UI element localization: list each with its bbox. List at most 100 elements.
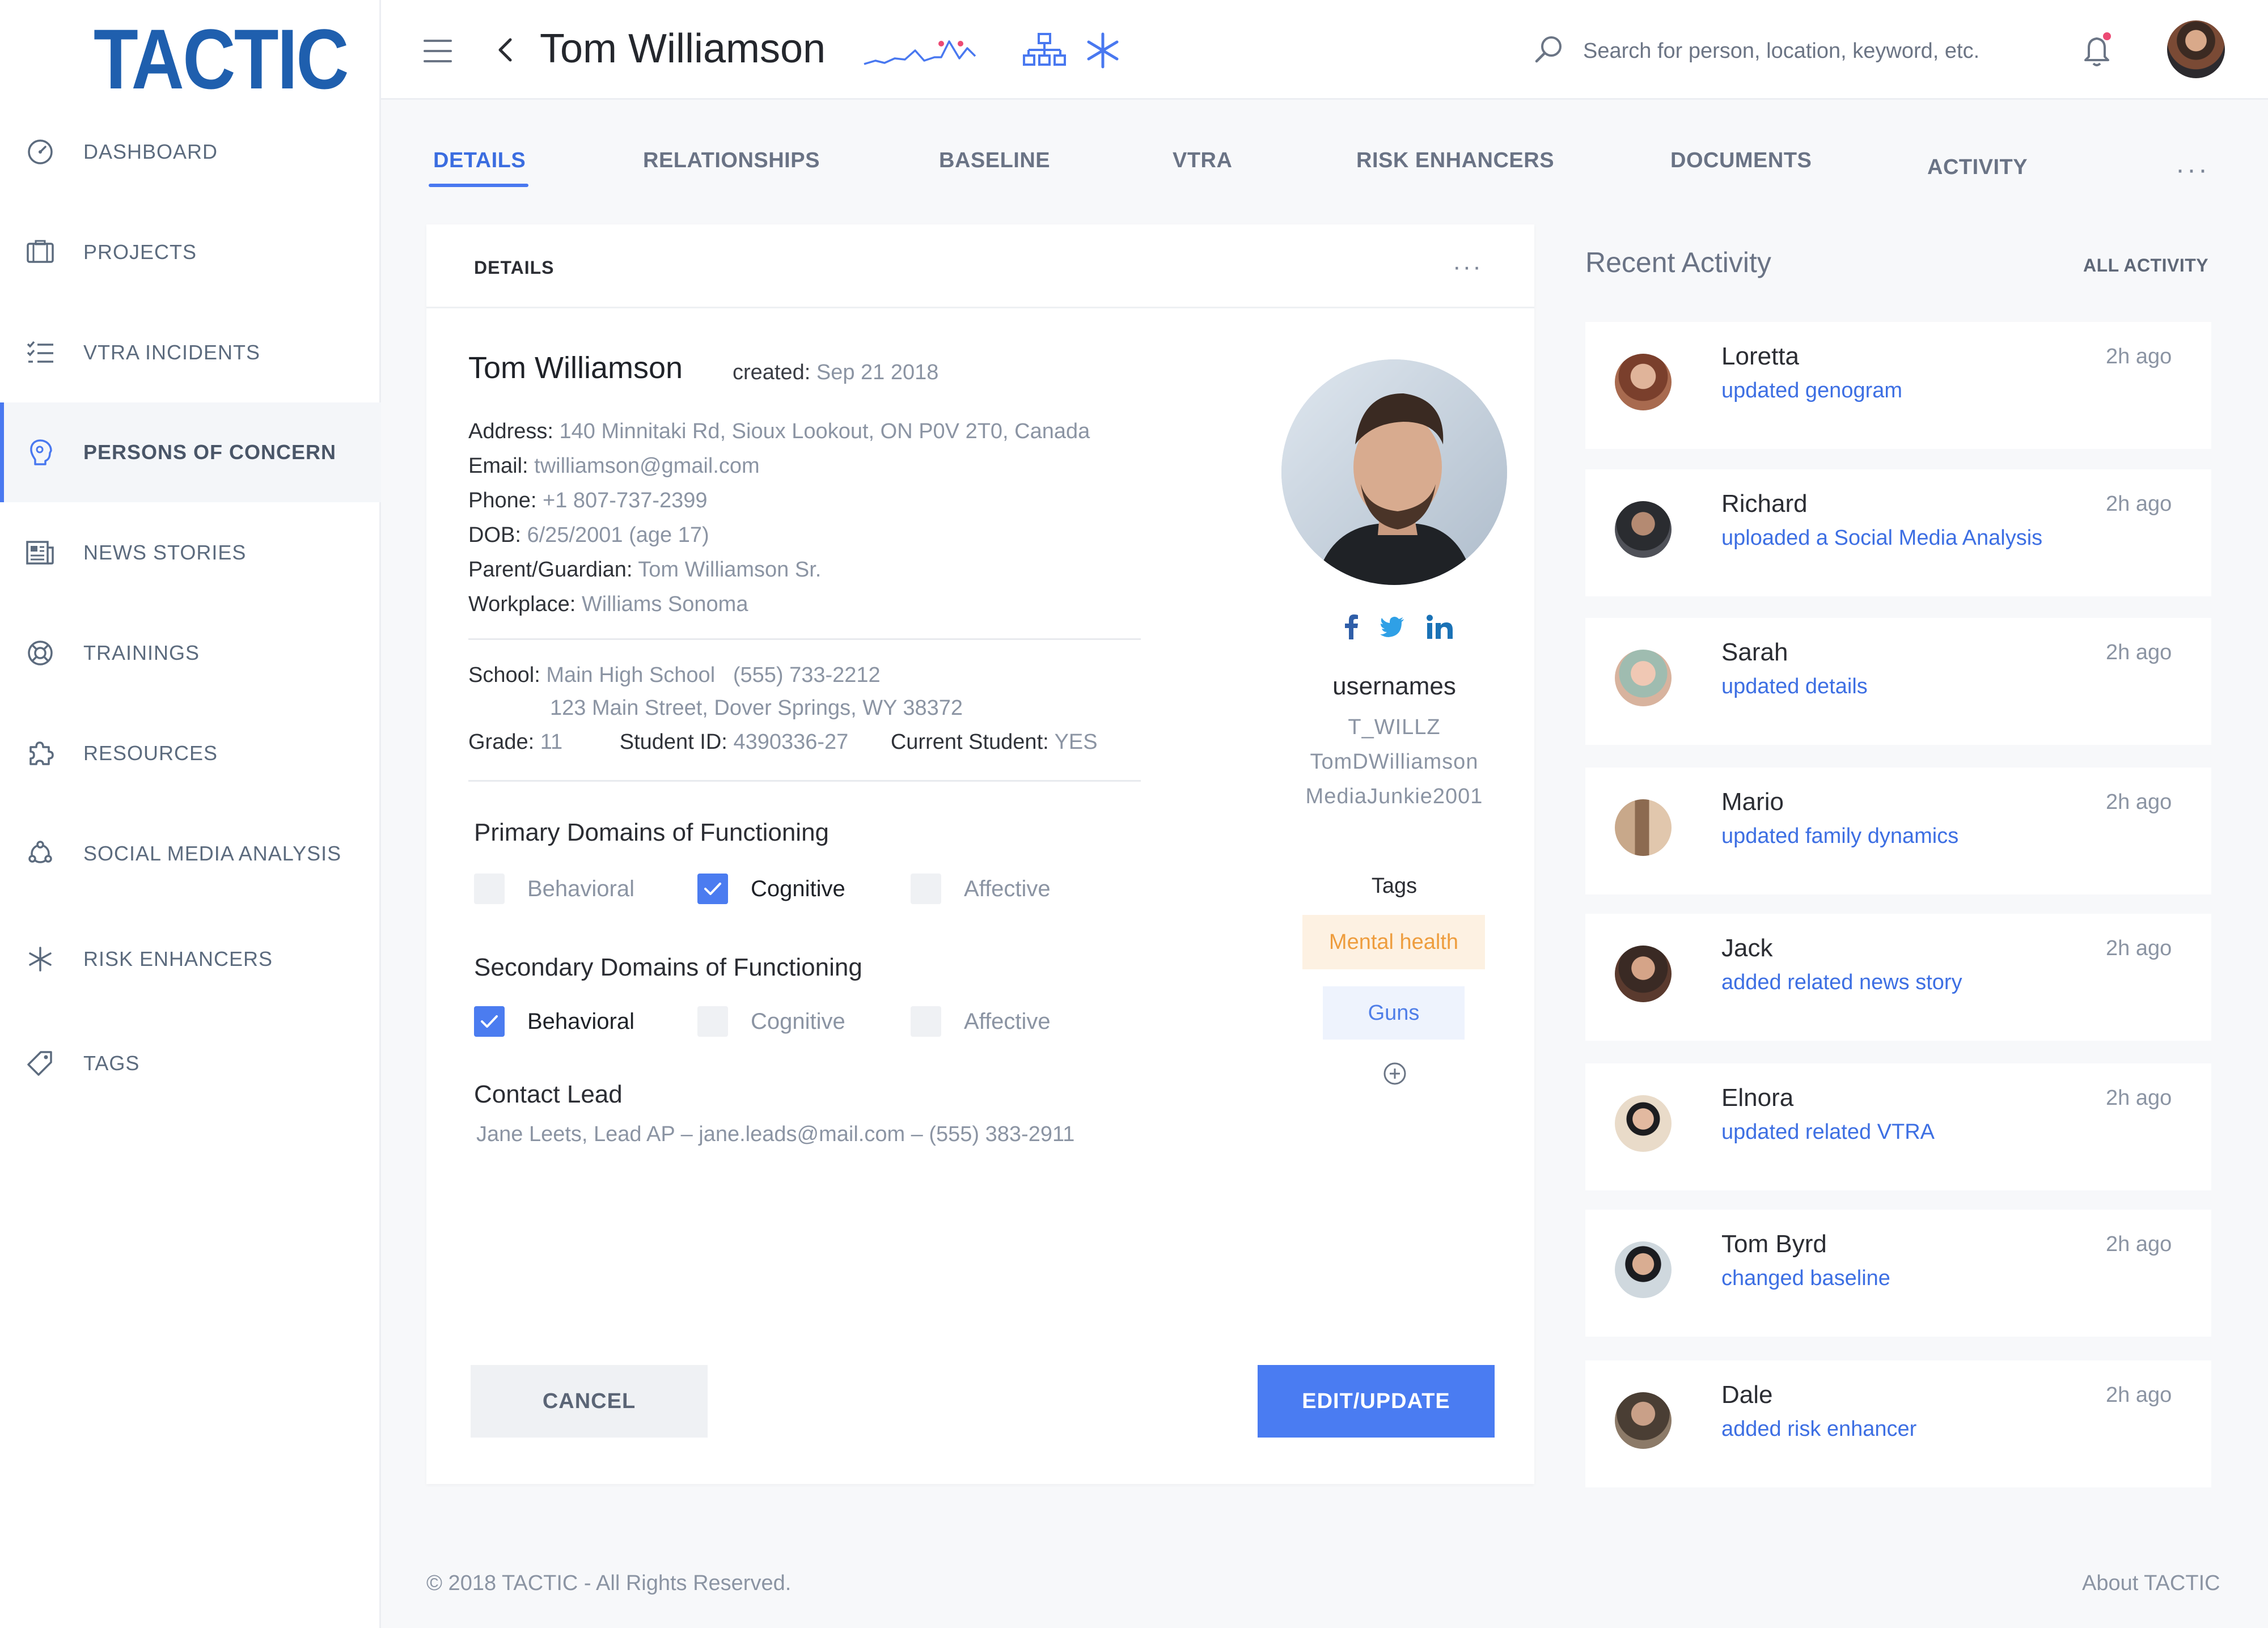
- activity-item[interactable]: Richard uploaded a Social Media Analysis…: [1585, 469, 2211, 596]
- sidebar-item-persons-of-concern[interactable]: PERSONS OF CONCERN: [0, 402, 381, 502]
- field-label: Phone:: [468, 489, 537, 512]
- activity-action-link[interactable]: updated related VTRA: [1721, 1120, 1935, 1144]
- activity-item[interactable]: Loretta updated genogram 2h ago: [1585, 322, 2211, 449]
- secondary-affective-checkbox[interactable]: Affective: [911, 1006, 1051, 1037]
- guardian-line: Parent/Guardian: Tom Williamson Sr.: [468, 558, 821, 582]
- activity-action-link[interactable]: updated genogram: [1721, 379, 1902, 403]
- field-label: Address:: [468, 419, 553, 443]
- tag-guns[interactable]: Guns: [1323, 986, 1465, 1040]
- hamburger-menu-icon[interactable]: [424, 40, 452, 62]
- primary-behavioral-checkbox[interactable]: Behavioral: [474, 873, 634, 905]
- divider: [468, 638, 1141, 640]
- user-avatar[interactable]: [2167, 20, 2225, 78]
- sidebar-item-label: PERSONS OF CONCERN: [83, 440, 337, 464]
- active-tab-indicator: [429, 184, 528, 187]
- recent-activity-title: Recent Activity: [1585, 247, 1771, 278]
- sidebar-item-projects[interactable]: PROJECTS: [0, 202, 381, 302]
- sidebar-item-dashboard[interactable]: DASHBOARD: [0, 102, 381, 202]
- secondary-cognitive-checkbox[interactable]: Cognitive: [697, 1006, 845, 1037]
- checkbox-box[interactable]: [697, 1006, 728, 1037]
- tag-mental-health[interactable]: Mental health: [1302, 915, 1485, 969]
- sidebar: TACTIC DASHBOARD PROJECTS VTRA INCIDENTS…: [0, 0, 381, 1628]
- activity-item[interactable]: Jack added related news story 2h ago: [1585, 914, 2211, 1041]
- sidebar-item-resources[interactable]: RESOURCES: [0, 703, 381, 803]
- school-address-value: 123 Main Street, Dover Springs, WY 38372: [550, 696, 963, 720]
- activity-action-link[interactable]: updated details: [1721, 675, 1868, 699]
- avatar: [1615, 1392, 1672, 1449]
- profile-photo: [1281, 359, 1507, 585]
- avatar: [1615, 650, 1672, 706]
- tab-details[interactable]: DETAILS: [433, 149, 526, 173]
- activity-action-link[interactable]: updated family dynamics: [1721, 824, 1958, 849]
- tab-vtra[interactable]: VTRA: [1173, 149, 1232, 173]
- sidebar-item-risk-enhancers[interactable]: RISK ENHANCERS: [0, 909, 381, 1009]
- secondary-behavioral-checkbox[interactable]: Behavioral: [474, 1006, 634, 1037]
- tab-documents[interactable]: DOCUMENTS: [1670, 149, 1812, 173]
- checkbox-box[interactable]: [911, 874, 941, 904]
- activity-action-link[interactable]: uploaded a Social Media Analysis: [1721, 526, 2042, 550]
- tab-activity[interactable]: ACTIVITY: [1927, 155, 2028, 180]
- footer-about-link[interactable]: About TACTIC: [2082, 1571, 2220, 1596]
- person-head-icon: [26, 438, 55, 467]
- add-tag-icon[interactable]: [1382, 1061, 1407, 1086]
- activity-time: 2h ago: [2106, 641, 2172, 664]
- secondary-domains-checkboxes: Behavioral Cognitive Affective: [474, 1006, 1154, 1040]
- tab-risk-enhancers[interactable]: RISK ENHANCERS: [1356, 149, 1554, 173]
- search-icon[interactable]: [1532, 33, 1566, 67]
- tabs-more-icon[interactable]: ···: [2176, 154, 2210, 185]
- username-item: MediaJunkie2001: [1305, 785, 1483, 808]
- back-arrow-icon[interactable]: [489, 32, 523, 68]
- grade-label: Grade:: [468, 730, 535, 754]
- activity-action-link[interactable]: added risk enhancer: [1721, 1417, 1916, 1442]
- activity-item[interactable]: Dale added risk enhancer 2h ago: [1585, 1360, 2211, 1487]
- checkbox-box[interactable]: [697, 874, 728, 904]
- org-chart-icon[interactable]: [1023, 32, 1066, 70]
- risk-asterisk-icon[interactable]: [1084, 32, 1122, 69]
- edit-update-button[interactable]: EDIT/UPDATE: [1258, 1365, 1495, 1438]
- activity-action-link[interactable]: added related news story: [1721, 970, 1962, 995]
- twitter-icon[interactable]: [1380, 610, 1404, 644]
- created-value: Sep 21 2018: [816, 361, 939, 384]
- primary-domains-checkboxes: Behavioral Cognitive Affective: [474, 873, 1154, 907]
- search-input[interactable]: [1583, 35, 2093, 67]
- field-value: 6/25/2001 (age 17): [527, 523, 709, 547]
- avatar: [1615, 1241, 1672, 1298]
- activity-item[interactable]: Sarah updated details 2h ago: [1585, 618, 2211, 745]
- activity-item[interactable]: Tom Byrd changed baseline 2h ago: [1585, 1210, 2211, 1337]
- primary-cognitive-checkbox[interactable]: Cognitive: [697, 873, 845, 905]
- checkbox-label: Behavioral: [527, 1008, 635, 1034]
- sidebar-item-tags[interactable]: TAGS: [0, 1014, 381, 1113]
- facebook-icon[interactable]: [1345, 610, 1359, 644]
- tab-baseline[interactable]: BASELINE: [939, 149, 1050, 173]
- sidebar-item-news-stories[interactable]: NEWS STORIES: [0, 503, 381, 603]
- all-activity-link[interactable]: ALL ACTIVITY: [2083, 255, 2208, 276]
- activity-user-name: Richard: [1721, 490, 1808, 518]
- sidebar-item-label: VTRA INCIDENTS: [83, 341, 261, 364]
- sidebar-item-trainings[interactable]: TRAININGS: [0, 603, 381, 703]
- checkbox-box[interactable]: [911, 1006, 941, 1037]
- activity-item[interactable]: Mario updated family dynamics 2h ago: [1585, 768, 2211, 894]
- username-item: T_WILLZ: [1348, 715, 1441, 739]
- activity-sparkline-icon[interactable]: [863, 31, 976, 71]
- current-student-label: Current Student:: [890, 730, 1049, 754]
- sidebar-item-label: TAGS: [83, 1052, 140, 1075]
- checkbox-box[interactable]: [474, 874, 505, 904]
- activity-item[interactable]: Elnora updated related VTRA 2h ago: [1585, 1063, 2211, 1190]
- grade-line: Grade: 11 Student ID: 4390336-27 Current…: [468, 730, 1098, 754]
- checkbox-box[interactable]: [474, 1006, 505, 1037]
- activity-user-name: Elnora: [1721, 1084, 1794, 1112]
- notification-bell-icon[interactable]: [2081, 31, 2115, 69]
- puzzle-icon: [26, 739, 55, 768]
- sidebar-item-social-media-analysis[interactable]: SOCIAL MEDIA ANALYSIS: [0, 804, 381, 904]
- tactic-logo[interactable]: TACTIC: [94, 10, 349, 108]
- cancel-button[interactable]: CANCEL: [471, 1365, 708, 1438]
- activity-action-link[interactable]: changed baseline: [1721, 1266, 1890, 1291]
- card-more-icon[interactable]: ···: [1453, 253, 1483, 281]
- tab-relationships[interactable]: RELATIONSHIPS: [643, 149, 820, 173]
- field-value: 140 Minnitaki Rd, Sioux Lookout, ON P0V …: [559, 419, 1090, 443]
- checkbox-label: Affective: [964, 1008, 1051, 1034]
- created-date: created: Sep 21 2018: [733, 361, 938, 385]
- primary-affective-checkbox[interactable]: Affective: [911, 873, 1051, 905]
- linkedin-icon[interactable]: [1427, 610, 1453, 644]
- sidebar-item-vtra-incidents[interactable]: VTRA INCIDENTS: [0, 303, 381, 402]
